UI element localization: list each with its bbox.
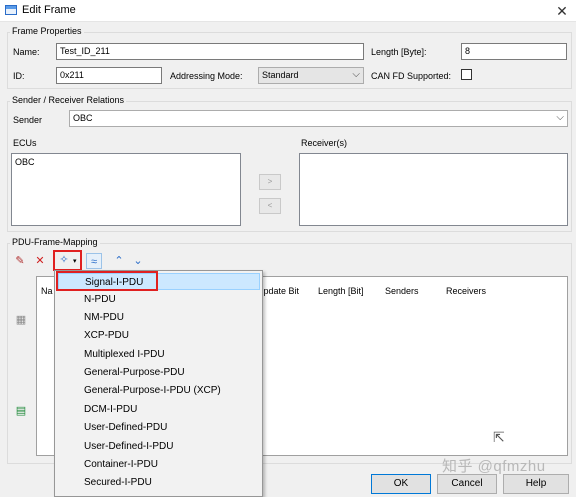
ok-button[interactable]: OK — [371, 474, 431, 494]
edit-icon[interactable]: ✎ — [12, 253, 28, 269]
receivers-list[interactable] — [299, 153, 568, 226]
pdu-type-menu: Signal-I-PDU N-PDU NM-PDU XCP-PDU Multip… — [54, 270, 263, 497]
column-header-update-bit[interactable]: Update Bit — [257, 286, 299, 296]
menu-item-xcp-pdu[interactable]: XCP-PDU — [58, 327, 260, 344]
close-icon[interactable]: ✕ — [552, 1, 572, 21]
menu-item-container-i-pdu[interactable]: Container-I-PDU — [58, 456, 260, 473]
canfd-label: CAN FD Supported: — [371, 71, 452, 81]
column-header-receivers[interactable]: Receivers — [446, 286, 486, 296]
signal-i-pdu-highlight — [56, 271, 158, 291]
menu-item-user-defined-i-pdu[interactable]: User-Defined-I-PDU — [58, 438, 260, 455]
title-bar — [0, 0, 576, 22]
chevron-down-icon: ⌵ — [556, 112, 564, 123]
length-field[interactable]: 8 — [461, 43, 567, 60]
addressing-mode-label: Addressing Mode: — [170, 71, 243, 81]
menu-item-secured-i-pdu[interactable]: Secured-I-PDU — [58, 474, 260, 491]
pdu-mapping-label: PDU-Frame-Mapping — [10, 237, 100, 247]
remove-receiver-button[interactable]: < — [259, 198, 281, 214]
move-down-icon[interactable]: ⌄ — [130, 253, 146, 269]
move-up-icon[interactable]: ⌃ — [111, 253, 127, 269]
name-label: Name: — [13, 47, 40, 57]
window-title: Edit Frame — [22, 4, 76, 16]
table-view-icon[interactable]: ▦ — [13, 312, 29, 328]
sender-value: OBC — [73, 113, 93, 123]
help-button[interactable]: Help — [503, 474, 569, 494]
name-field[interactable]: Test_ID_211 — [56, 43, 364, 60]
length-label: Length [Byte]: — [371, 47, 427, 57]
chevron-down-icon: ⌵ — [352, 69, 360, 80]
column-header-name[interactable]: Na — [41, 286, 53, 296]
watermark: 知乎 @qfmzhu — [442, 458, 546, 475]
list-item[interactable]: OBC — [15, 157, 237, 167]
relations-label: Sender / Receiver Relations — [10, 95, 127, 105]
delete-icon[interactable]: ✕ — [32, 253, 48, 269]
menu-item-general-purpose-pdu[interactable]: General-Purpose-PDU — [58, 364, 260, 381]
sender-select[interactable]: OBC ⌵ — [69, 110, 568, 127]
ecus-label: ECUs — [13, 138, 37, 148]
add-pdu-dropdown-button[interactable]: ✧ ▾ — [53, 250, 82, 271]
id-field[interactable]: 0x211 — [56, 67, 162, 84]
id-label: ID: — [13, 71, 25, 81]
ecus-list[interactable]: OBC — [11, 153, 241, 226]
menu-item-multiplexed-i-pdu[interactable]: Multiplexed I-PDU — [58, 346, 260, 363]
menu-item-user-defined-pdu[interactable]: User-Defined-PDU — [58, 419, 260, 436]
canfd-checkbox[interactable] — [461, 69, 472, 80]
menu-item-nm-pdu[interactable]: NM-PDU — [58, 309, 260, 326]
window-icon — [5, 5, 17, 15]
mouse-cursor-icon: ⇱ — [493, 429, 505, 445]
sender-label: Sender — [13, 115, 43, 125]
menu-item-general-purpose-i-pdu-xcp[interactable]: General-Purpose-I-PDU (XCP) — [58, 382, 260, 399]
column-header-senders[interactable]: Senders — [385, 286, 419, 296]
addressing-mode-value: Standard — [262, 70, 299, 80]
map-icon[interactable]: ≈ — [86, 253, 102, 269]
dropdown-arrow-icon: ▾ — [73, 258, 77, 265]
cancel-button[interactable]: Cancel — [437, 474, 497, 494]
column-header-length-bit[interactable]: Length [Bit] — [318, 286, 364, 296]
layout-view-icon[interactable]: ▤ — [13, 403, 29, 419]
frame-properties-label: Frame Properties — [10, 26, 84, 36]
add-pdu-icon: ✧ — [59, 254, 69, 266]
receivers-label: Receiver(s) — [301, 138, 348, 148]
add-receiver-button[interactable]: > — [259, 174, 281, 190]
menu-item-n-pdu[interactable]: N-PDU — [58, 291, 260, 308]
menu-item-dcm-i-pdu[interactable]: DCM-I-PDU — [58, 401, 260, 418]
addressing-mode-select[interactable]: Standard ⌵ — [258, 67, 364, 84]
